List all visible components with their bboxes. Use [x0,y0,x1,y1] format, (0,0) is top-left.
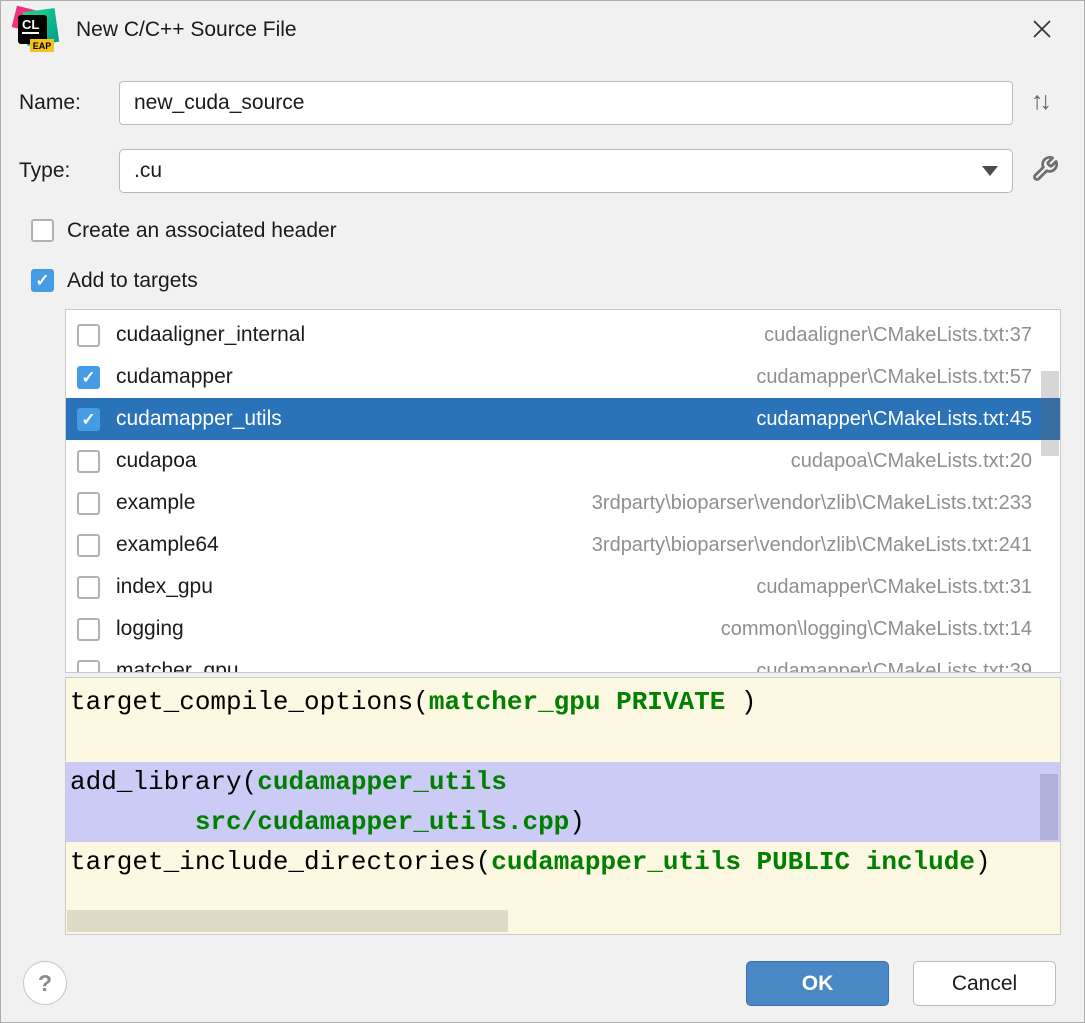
code-keyword: src/cudamapper_utils.cpp [195,807,569,837]
create-header-label: Create an associated header [67,219,337,242]
target-name: logging [116,617,184,641]
table-row[interactable]: ✓ cudaaligner_internal cudaaligner\CMake… [66,314,1060,356]
type-selected-value: .cu [134,159,162,183]
table-row[interactable]: ✓ cudapoa cudapoa\CMakeLists.txt:20 [66,440,1060,482]
target-checkbox[interactable]: ✓ [77,492,100,515]
dropdown-arrow-icon[interactable] [982,166,998,176]
target-path: cudamapper\CMakeLists.txt:45 [756,408,1032,431]
table-row[interactable]: ✓ example64 3rdparty\bioparser\vendor\zl… [66,524,1060,566]
target-checkbox[interactable]: ✓ [77,660,100,674]
checkmark-icon: ✓ [81,367,95,388]
target-name: example [116,491,195,515]
name-input[interactable] [119,81,1013,125]
target-name: cudapoa [116,449,197,473]
code-keyword: matcher_gpu PRIVATE [429,687,741,717]
table-row[interactable]: ✓ cudamapper_utils cudamapper\CMakeLists… [66,398,1060,440]
code-text: add_library( [70,767,257,797]
target-name: example64 [116,533,219,557]
code-line: src/cudamapper_utils.cpp) [66,802,1060,842]
target-name: cudaaligner_internal [116,323,305,347]
table-row[interactable]: ✓ index_gpu cudamapper\CMakeLists.txt:31 [66,566,1060,608]
target-checkbox[interactable]: ✓ [77,450,100,473]
target-checkbox[interactable]: ✓ [77,576,100,599]
cmake-preview-panel: target_compile_options(matcher_gpu PRIVA… [65,677,1061,935]
table-row[interactable]: ✓ logging common\logging\CMakeLists.txt:… [66,608,1060,650]
target-checkbox[interactable]: ✓ [77,534,100,557]
preview-vertical-scrollbar[interactable] [1040,774,1058,840]
target-name: cudamapper [116,365,233,389]
target-path: 3rdparty\bioparser\vendor\zlib\CMakeList… [592,492,1032,515]
preview-horizontal-scrollbar[interactable] [67,910,508,932]
cancel-button[interactable]: Cancel [913,961,1056,1006]
new-source-file-dialog: CL EAP New C/C++ Source File Name: ↑↓ Ty… [0,0,1085,1023]
code-line: target_compile_options(matcher_gpu PRIVA… [66,682,1060,722]
target-path: common\logging\CMakeLists.txt:14 [721,618,1032,641]
target-path: cudapoa\CMakeLists.txt:20 [791,450,1032,473]
close-icon[interactable] [1028,15,1056,43]
target-list: ✓ cudaaligner_internal cudaaligner\CMake… [65,309,1061,673]
code-text: ) [741,687,757,717]
target-path: cudamapper\CMakeLists.txt:31 [756,576,1032,599]
table-row[interactable]: ✓ cudamapper cudamapper\CMakeLists.txt:5… [66,356,1060,398]
code-keyword: cudamapper_utils [257,767,507,797]
logo-eap-badge: EAP [30,39,54,52]
checkmark-icon: ✓ [35,270,49,291]
target-checkbox[interactable]: ✓ [77,324,100,347]
target-path: cudaaligner\CMakeLists.txt:37 [764,324,1032,347]
name-label: Name: [19,81,81,125]
clion-eap-logo: CL EAP [15,10,57,52]
code-keyword: cudamapper_utils PUBLIC include [491,847,975,877]
target-path: 3rdparty\bioparser\vendor\zlib\CMakeList… [592,534,1032,557]
target-checkbox[interactable]: ✓ [77,408,100,431]
target-path: cudamapper\CMakeLists.txt:57 [756,366,1032,389]
list-vertical-scrollbar[interactable] [1041,371,1059,456]
type-dropdown[interactable]: .cu [119,149,1013,193]
add-to-targets-checkbox[interactable]: ✓ [31,269,54,292]
target-path: cudamapper\CMakeLists.txt:39 [756,660,1032,674]
code-text [70,807,195,837]
table-row[interactable]: ✓ example 3rdparty\bioparser\vendor\zlib… [66,482,1060,524]
code-text: ) [569,807,585,837]
target-name: index_gpu [116,575,213,599]
code-line: add_library(cudamapper_utils [66,762,1060,802]
create-header-checkbox[interactable]: ✓ [31,219,54,242]
checkmark-icon: ✓ [81,409,95,430]
code-text: ) [975,847,991,877]
type-label: Type: [19,149,70,193]
dialog-title: New C/C++ Source File [76,18,297,42]
logo-cl-text: CL [22,18,39,34]
help-button[interactable]: ? [23,961,67,1005]
history-up-down-icon[interactable]: ↑↓ [1031,87,1048,116]
code-text: target_include_directories( [70,847,491,877]
ok-button[interactable]: OK [746,961,889,1006]
table-row[interactable]: ✓ matcher_gpu cudamapper\CMakeLists.txt:… [66,650,1060,673]
code-text: target_compile_options( [70,687,429,717]
target-name: cudamapper_utils [116,407,282,431]
code-line: target_include_directories(cudamapper_ut… [66,842,1060,882]
target-checkbox[interactable]: ✓ [77,618,100,641]
wrench-icon[interactable] [1031,155,1059,188]
target-checkbox[interactable]: ✓ [77,366,100,389]
target-name: matcher_gpu [116,659,239,673]
code-line [66,722,1060,762]
add-to-targets-label: Add to targets [67,269,198,292]
